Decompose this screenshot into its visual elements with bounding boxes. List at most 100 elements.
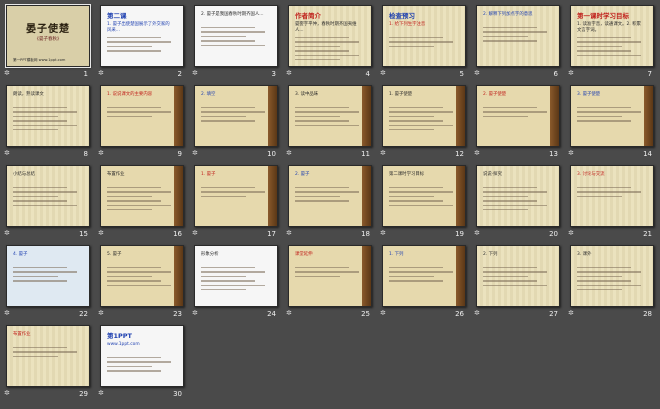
text-line — [13, 115, 58, 118]
transition-icon[interactable]: ✲ — [286, 149, 292, 157]
slide-thumbnail-11[interactable]: 3. 读中品味 ✲ 11 — [284, 82, 378, 162]
transition-icon[interactable]: ✲ — [4, 389, 10, 397]
transition-icon[interactable]: ✲ — [98, 389, 104, 397]
transition-icon[interactable]: ✲ — [568, 309, 574, 317]
transition-icon[interactable]: ✲ — [474, 149, 480, 157]
slide-number: 10 — [267, 150, 276, 158]
slide-thumbnail-12[interactable]: 1. 晏子使楚 ✲ 12 — [378, 82, 472, 162]
slide-preview: 3. 课外 — [570, 245, 654, 307]
slide-preview: 2. 解释下列加点字的意思 — [476, 5, 560, 67]
transition-icon[interactable]: ✲ — [98, 229, 104, 237]
slide-thumbnail-16[interactable]: 布置作业 ✲ 16 — [96, 162, 190, 242]
slide-number: 4 — [365, 70, 370, 78]
text-line — [389, 37, 444, 39]
text-line — [577, 50, 632, 52]
transition-icon[interactable]: ✲ — [568, 149, 574, 157]
slide-thumbnail-29[interactable]: 布置作业 ✲ 29 — [2, 322, 96, 402]
transition-icon[interactable]: ✲ — [4, 69, 10, 77]
transition-icon[interactable]: ✲ — [380, 309, 386, 317]
slide-thumbnail-10[interactable]: 2. 填空 ✲ 10 — [190, 82, 284, 162]
text-line — [483, 204, 547, 206]
transition-icon[interactable]: ✲ — [380, 69, 386, 77]
slide-number: 7 — [647, 70, 652, 78]
slide-thumbnail-25[interactable]: 课堂延伸 ✲ 25 — [284, 242, 378, 322]
slide-thumbnail-23[interactable]: 5. 晏子 ✲ 23 — [96, 242, 190, 322]
slide-thumbnail-4[interactable]: 作者简介 晏婴字平仲，春秋时期齐国夷维人... ✲ 4 — [284, 2, 378, 82]
transition-icon[interactable]: ✲ — [380, 229, 386, 237]
slide-thumbnail-24[interactable]: 形象分析 ✲ 24 — [190, 242, 284, 322]
slide-preview: 课堂延伸 — [288, 245, 372, 307]
text-line — [389, 120, 444, 122]
slide-body-lines — [13, 344, 77, 360]
transition-icon[interactable]: ✲ — [568, 229, 574, 237]
text-line — [295, 187, 350, 189]
transition-icon[interactable]: ✲ — [4, 309, 10, 317]
text-line — [201, 275, 246, 278]
slide-title: 第一课时学习目标 — [577, 12, 629, 20]
slide-thumbnail-30[interactable]: 第1PPT www.1ppt.com ✲ 30 — [96, 322, 190, 402]
slide-preview: 2. 下列 — [476, 245, 560, 307]
text-line — [201, 27, 256, 29]
slide-thumbnail-20[interactable]: 说说·探究 ✲ 20 — [472, 162, 566, 242]
slide-number: 26 — [455, 310, 464, 318]
text-line — [107, 187, 162, 189]
transition-icon[interactable]: ✲ — [98, 69, 104, 77]
transition-icon[interactable]: ✲ — [192, 149, 198, 157]
slide-thumbnail-3[interactable]: 2. 晏子是我国春秋时期齐国人... ✲ 3 — [190, 2, 284, 82]
transition-icon[interactable]: ✲ — [286, 229, 292, 237]
slide-preview: 第二课时学习目标 — [382, 165, 466, 227]
slide-body-lines — [295, 184, 359, 205]
transition-icon[interactable]: ✲ — [474, 309, 480, 317]
slide-thumbnail-9[interactable]: 1. 说说课文的主要内容 ✲ 9 — [96, 82, 190, 162]
slide-thumbnail-7[interactable]: 第一课时学习目标 1. 读准字音，读通课文。2. 积累文言字词。 ✲ 7 — [566, 2, 660, 82]
slide-text: 说说·探究 — [483, 172, 502, 177]
slide-thumbnail-27[interactable]: 2. 下列 ✲ 27 — [472, 242, 566, 322]
transition-icon[interactable]: ✲ — [98, 149, 104, 157]
text-line — [201, 120, 256, 122]
text-line — [577, 54, 641, 56]
transition-icon[interactable]: ✲ — [98, 309, 104, 317]
slide-thumbnail-19[interactable]: 第二课时学习目标 ✲ 19 — [378, 162, 472, 242]
slide-thumbnail-17[interactable]: 1. 晏子 ✲ 17 — [190, 162, 284, 242]
transition-icon[interactable]: ✲ — [286, 69, 292, 77]
slide-number: 23 — [173, 310, 182, 318]
slide-thumbnail-13[interactable]: 2. 晏子使楚 ✲ 13 — [472, 82, 566, 162]
transition-icon[interactable]: ✲ — [192, 309, 198, 317]
transition-icon[interactable]: ✲ — [192, 229, 198, 237]
transition-icon[interactable]: ✲ — [4, 149, 10, 157]
text-line — [389, 107, 444, 109]
transition-icon[interactable]: ✲ — [192, 69, 198, 77]
slide-thumbnail-8[interactable]: 朗读，熟读课文 ✲ 8 — [2, 82, 96, 162]
transition-icon[interactable]: ✲ — [380, 149, 386, 157]
slide-text: 第一PPT模板网 www.1ppt.com — [13, 58, 66, 62]
slide-preview: 晏子使楚 《晏子春秋》 第一PPT模板网 www.1ppt.com — [5, 4, 91, 68]
slide-number: 16 — [173, 230, 182, 238]
slide-thumbnail-1[interactable]: 晏子使楚 《晏子春秋》 第一PPT模板网 www.1ppt.com ✲ 1 — [2, 2, 96, 82]
transition-icon[interactable]: ✲ — [568, 69, 574, 77]
slide-thumbnail-2[interactable]: 第二课 1. 晏子出使楚国展示了外交家的风采... ✲ 2 — [96, 2, 190, 82]
text-line — [483, 208, 528, 211]
slide-thumbnail-21[interactable]: 3. 讨论与交流 ✲ 21 — [566, 162, 660, 242]
transition-icon[interactable]: ✲ — [4, 229, 10, 237]
slide-thumbnail-18[interactable]: 2. 晏子 ✲ 18 — [284, 162, 378, 242]
text-line — [577, 284, 641, 286]
slide-thumbnail-26[interactable]: 1. 下列 ✲ 26 — [378, 242, 472, 322]
text-line — [201, 44, 265, 46]
text-line — [107, 361, 171, 363]
slide-body-lines — [201, 264, 265, 293]
slide-thumbnail-6[interactable]: 2. 解释下列加点字的意思 ✲ 6 — [472, 2, 566, 82]
slide-thumbnail-5[interactable]: 检查预习 1. 给下列生字注音 ✲ 5 — [378, 2, 472, 82]
text-line — [389, 111, 453, 113]
text-line — [201, 195, 246, 198]
transition-icon[interactable]: ✲ — [474, 69, 480, 77]
transition-icon[interactable]: ✲ — [474, 229, 480, 237]
slide-thumbnail-14[interactable]: 3. 晏子使楚 ✲ 14 — [566, 82, 660, 162]
slide-thumbnail-22[interactable]: 4. 晏子 ✲ 22 — [2, 242, 96, 322]
transition-icon[interactable]: ✲ — [286, 309, 292, 317]
text-line — [295, 267, 350, 269]
slide-thumbnail-15[interactable]: 小结与总结 ✲ 15 — [2, 162, 96, 242]
slide-text: 1. 晏子出使楚国展示了外交家的风采... — [107, 22, 170, 33]
slide-thumbnail-28[interactable]: 3. 课外 ✲ 28 — [566, 242, 660, 322]
slide-preview: 1. 下列 — [382, 245, 466, 307]
slide-text: 小结与总结 — [13, 172, 35, 177]
